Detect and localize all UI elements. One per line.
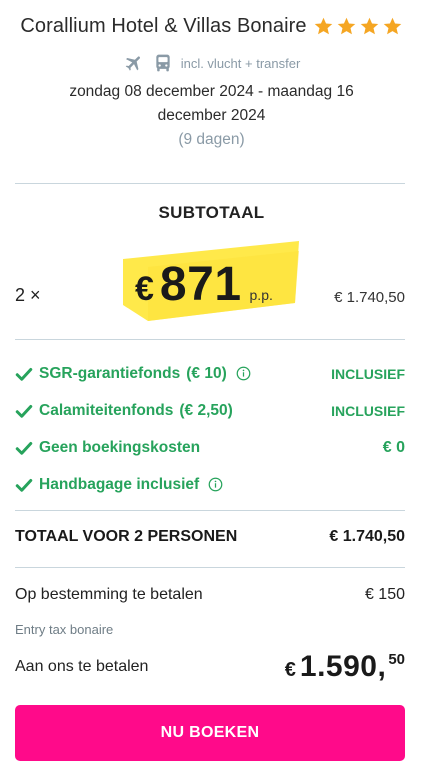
hotel-name: Corallium Hotel & Villas Bonaire <box>20 14 307 37</box>
star-icon <box>337 17 355 34</box>
total-value: € 1.740,50 <box>329 528 405 545</box>
inclusion-amount: (€ 10) <box>186 364 227 382</box>
inclusion-item: Geen boekingskosten € 0 <box>15 429 405 466</box>
traveler-quantity: 2 × <box>15 285 41 305</box>
inclusion-item: SGR-garantiefonds (€ 10) INCLUSIEF <box>15 355 405 392</box>
total-row: TOTAAL VOOR 2 PERSONEN € 1.740,50 <box>15 528 405 546</box>
info-icon[interactable] <box>208 477 223 492</box>
per-person-label: p.p. <box>249 287 273 303</box>
price-summary: 2 × € 871 p.p. € 1.740,50 <box>15 235 405 325</box>
divider <box>15 183 405 184</box>
travel-duration: (9 dagen) <box>178 131 245 148</box>
hotel-header: Corallium Hotel & Villas Bonaire incl. v… <box>0 10 423 152</box>
destination-label: Op bestemming te betalen <box>15 586 203 603</box>
inclusion-item: Handbagage inclusief <box>15 466 405 503</box>
included-transport: incl. vlucht + transfer <box>0 52 423 74</box>
price-currency: € <box>135 270 154 308</box>
tax-note: Entry tax bonaire <box>15 622 114 637</box>
destination-row: Op bestemming te betalen € 150 <box>15 586 405 604</box>
inclusion-label: Calamiteitenfonds <box>39 401 174 419</box>
inclusion-item: Calamiteitenfonds (€ 2,50) INCLUSIEF <box>15 392 405 429</box>
check-icon <box>15 478 33 492</box>
book-now-button[interactable]: NU BOEKEN <box>15 705 405 761</box>
inclusion-label: Handbagage inclusief <box>39 475 200 493</box>
check-icon <box>15 441 33 455</box>
airplane-icon <box>125 56 140 71</box>
inclusion-status: INCLUSIEF <box>331 402 405 419</box>
divider <box>15 339 405 340</box>
subtotal-amount: € 1.740,50 <box>334 289 405 306</box>
inclusion-amount: (€ 2,50) <box>179 401 233 419</box>
price-amount: 871 <box>159 258 242 311</box>
total-label: TOTAAL VOOR 2 PERSONEN <box>15 528 238 545</box>
pay-row: Aan ons te betalen € 1.590, 50 <box>15 650 405 684</box>
pay-label: Aan ons te betalen <box>15 658 149 675</box>
check-icon <box>15 404 33 418</box>
star-icon <box>314 17 332 34</box>
title-row: Corallium Hotel & Villas Bonaire <box>0 10 423 42</box>
pay-main: 1.590, <box>299 650 387 683</box>
inclusions-list: SGR-garantiefonds (€ 10) INCLUSIEF Calam… <box>15 355 405 503</box>
destination-value: € 150 <box>364 586 405 603</box>
star-icon <box>383 17 401 34</box>
info-icon[interactable] <box>236 366 251 381</box>
inclusion-label: Geen boekingskosten <box>39 438 201 456</box>
inclusion-label: SGR-garantiefonds <box>39 364 181 382</box>
divider <box>15 510 405 511</box>
pay-cents: 50 <box>388 651 405 668</box>
inclusion-status: € 0 <box>382 438 405 456</box>
travel-dates: zondag 08 december 2024 - maandag 16 dec… <box>69 83 354 124</box>
divider <box>15 567 405 568</box>
bus-icon <box>156 54 170 72</box>
star-rating <box>313 16 403 37</box>
price-per-person: € 871 p.p. <box>135 257 273 312</box>
check-icon <box>15 367 33 381</box>
included-transport-text: incl. vlucht + transfer <box>180 55 301 71</box>
star-icon <box>360 17 378 34</box>
subtotal-title: SUBTOTAAL <box>158 203 265 222</box>
pay-currency: € <box>284 659 296 681</box>
pay-amount: € 1.590, 50 <box>285 650 405 684</box>
inclusion-status: INCLUSIEF <box>331 365 405 382</box>
